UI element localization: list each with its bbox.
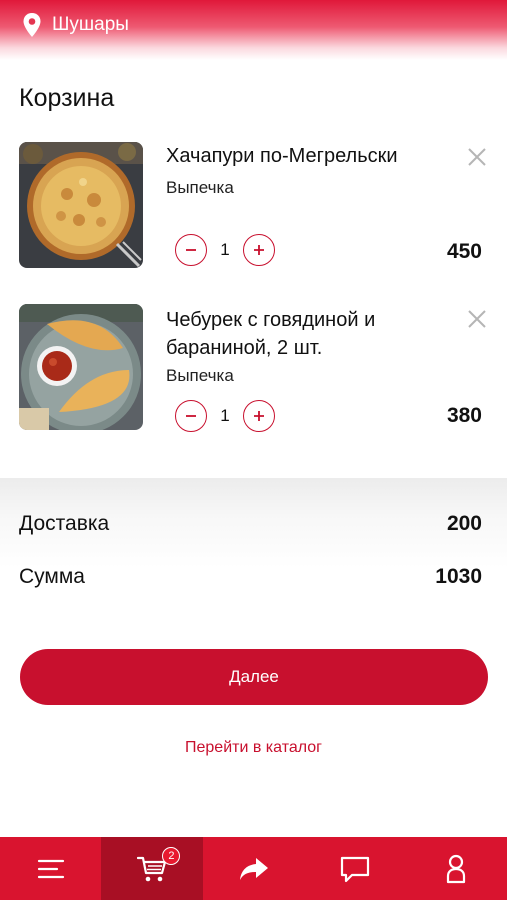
location-selector[interactable]: Шушары (22, 12, 129, 38)
total-row: Сумма 1030 (19, 565, 482, 589)
catalog-link[interactable]: Перейти в каталог (0, 739, 507, 757)
header-bar: Шушары (0, 0, 507, 60)
quantity-value: 1 (220, 406, 230, 425)
close-icon (468, 310, 486, 328)
item-price: 380 (446, 404, 482, 427)
chat-icon (340, 856, 370, 882)
item-name: Хачапури по-Мегрельски (166, 145, 398, 167)
decrease-button[interactable] (175, 234, 207, 266)
total-value: 1030 (435, 565, 482, 588)
share-icon (239, 857, 268, 880)
item-category: Выпечка (166, 178, 234, 197)
cheburek-image[interactable] (19, 304, 143, 430)
delivery-label: Доставка (19, 512, 110, 535)
increase-button[interactable] (243, 400, 275, 432)
bottom-navigation: 2 (0, 837, 507, 900)
total-label: Сумма (19, 565, 85, 588)
cart-item: Чебурек с говядиной и бараниной, 2 шт. В… (0, 304, 507, 434)
cart-count-badge: 2 (162, 847, 181, 865)
map-pin-icon (22, 12, 42, 38)
minus-icon (186, 415, 196, 417)
quantity-value: 1 (220, 240, 230, 259)
item-name: Чебурек с говядиной и бараниной, 2 шт. (166, 309, 376, 359)
decrease-button[interactable] (175, 400, 207, 432)
plus-icon (254, 245, 264, 255)
nav-profile[interactable] (406, 837, 507, 900)
nav-menu[interactable] (0, 837, 101, 900)
increase-button[interactable] (243, 234, 275, 266)
page-title: Корзина (19, 84, 115, 112)
remove-item-button[interactable] (466, 146, 488, 168)
next-button[interactable]: Далее (20, 649, 488, 705)
quantity-stepper: 1 (175, 400, 275, 432)
profile-icon (447, 854, 466, 883)
nav-chat[interactable] (304, 837, 405, 900)
cart-item: Хачапури по-Мегрельски Выпечка 1 450 (0, 142, 507, 272)
delivery-value: 200 (446, 512, 482, 535)
location-name: Шушары (52, 14, 129, 35)
menu-icon (37, 859, 64, 878)
quantity-stepper: 1 (175, 234, 275, 266)
nav-share[interactable] (203, 837, 304, 900)
order-summary: Доставка 200 Сумма 1030 (0, 478, 507, 628)
item-price: 450 (446, 240, 482, 263)
plus-icon (254, 411, 264, 421)
minus-icon (186, 249, 196, 251)
khachapuri-image[interactable] (19, 142, 143, 268)
close-icon (468, 148, 486, 166)
remove-item-button[interactable] (466, 308, 488, 330)
item-category: Выпечка (166, 366, 234, 385)
nav-cart[interactable]: 2 (101, 837, 203, 900)
delivery-row: Доставка 200 (19, 512, 482, 536)
